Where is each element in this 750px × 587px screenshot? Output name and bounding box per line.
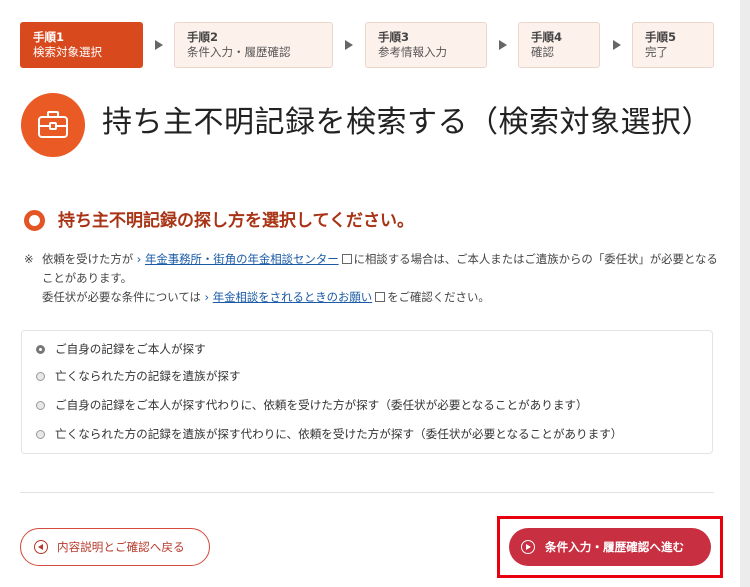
note-line1-after: に相談する場合は、ご本人またはご遺族からの「委任状」が必要となることがあります。	[42, 252, 718, 285]
step-arrow-icon	[499, 40, 507, 50]
step-1-number: 手順1	[33, 30, 65, 44]
step-5-label: 完了	[645, 45, 668, 59]
option-label: 亡くなられた方の記録を遺族が探す代わりに、依頼を受けた方が探す（委任状が必要とな…	[55, 427, 623, 441]
step-4-number: 手順4	[531, 30, 563, 44]
note-line2-before: 委任状が必要な条件については	[42, 290, 201, 304]
circle-marker-icon	[24, 210, 45, 231]
note-mark: ※	[24, 252, 34, 266]
step-1: 手順1 検索対象選択	[20, 22, 143, 68]
step-4: 手順4 確認	[518, 22, 600, 68]
external-window-icon	[341, 254, 352, 264]
back-button[interactable]: 内容説明とご確認へ戻る	[20, 528, 210, 566]
consultation-request-link[interactable]: 年金相談をされるときのお願い	[213, 290, 372, 304]
step-2-number: 手順2	[187, 30, 219, 44]
section-title: 持ち主不明記録の探し方を選択してください。	[58, 211, 414, 231]
chevron-right-icon: ›	[204, 290, 210, 304]
note-body: 依頼を受けた方が › 年金事務所・街角の年金相談センター に相談する場合は、ご本人…	[42, 250, 724, 307]
page-scroll-edge	[740, 0, 750, 587]
progress-stepper: 手順1 検索対象選択 手順2 条件入力・履歴確認 手順3 参考情報入力 手順4 …	[20, 22, 720, 70]
option-label: 亡くなられた方の記録を遺族が探す	[55, 369, 241, 383]
back-button-label: 内容説明とご確認へ戻る	[57, 540, 185, 554]
step-2-label: 条件入力・履歴確認	[187, 45, 291, 59]
step-1-label: 検索対象選択	[33, 45, 102, 59]
step-3: 手順3 参考情報入力	[365, 22, 487, 68]
option-label: ご自身の記録をご本人が探す代わりに、依頼を受けた方が探す（委任状が必要となること…	[55, 398, 588, 412]
next-button[interactable]: 条件入力・履歴確認へ進む	[509, 528, 711, 566]
radio-button[interactable]	[36, 430, 45, 439]
toolbox-icon-graphic	[38, 111, 68, 138]
option-proxy-bereaved-search[interactable]: 亡くなられた方の記録を遺族が探す代わりに、依頼を受けた方が探す（委任状が必要とな…	[36, 424, 622, 444]
step-arrow-icon	[155, 40, 163, 50]
chevron-right-icon: ›	[136, 252, 142, 266]
divider	[20, 492, 714, 493]
step-5-number: 手順5	[645, 30, 677, 44]
option-bereaved-search[interactable]: 亡くなられた方の記録を遺族が探す	[36, 366, 241, 386]
toolbox-icon	[21, 93, 85, 157]
step-3-label: 参考情報入力	[378, 45, 447, 59]
page-title: 持ち主不明記録を検索する（検索対象選択）	[102, 105, 712, 140]
delegation-note: ※ 依頼を受けた方が › 年金事務所・街角の年金相談センター に相談する場合は、ご…	[24, 250, 724, 307]
step-4-label: 確認	[531, 45, 554, 59]
step-3-number: 手順3	[378, 30, 410, 44]
radio-button-checked[interactable]	[36, 345, 45, 354]
option-self-search[interactable]: ご自身の記録をご本人が探す	[36, 339, 206, 359]
radio-button[interactable]	[36, 401, 45, 410]
next-button-label: 条件入力・履歴確認へ進む	[545, 540, 685, 554]
note-line1-before: 依頼を受けた方が	[42, 252, 134, 266]
step-arrow-icon	[345, 40, 353, 50]
step-arrow-icon	[613, 40, 621, 50]
search-method-options: ご自身の記録をご本人が探す 亡くなられた方の記録を遺族が探す ご自身の記録をご本…	[21, 330, 713, 454]
pension-office-link[interactable]: 年金事務所・街角の年金相談センター	[145, 252, 339, 266]
option-label: ご自身の記録をご本人が探す	[55, 342, 206, 356]
forward-arrow-icon	[521, 540, 535, 554]
note-line2-after: をご確認ください。	[387, 290, 490, 304]
step-2: 手順2 条件入力・履歴確認	[174, 22, 333, 68]
highlight-frame: 条件入力・履歴確認へ進む	[497, 516, 723, 578]
step-5: 手順5 完了	[632, 22, 714, 68]
radio-button[interactable]	[36, 372, 45, 381]
external-window-icon	[375, 292, 386, 302]
back-arrow-icon	[34, 540, 48, 554]
option-proxy-self-search[interactable]: ご自身の記録をご本人が探す代わりに、依頼を受けた方が探す（委任状が必要となること…	[36, 395, 588, 415]
